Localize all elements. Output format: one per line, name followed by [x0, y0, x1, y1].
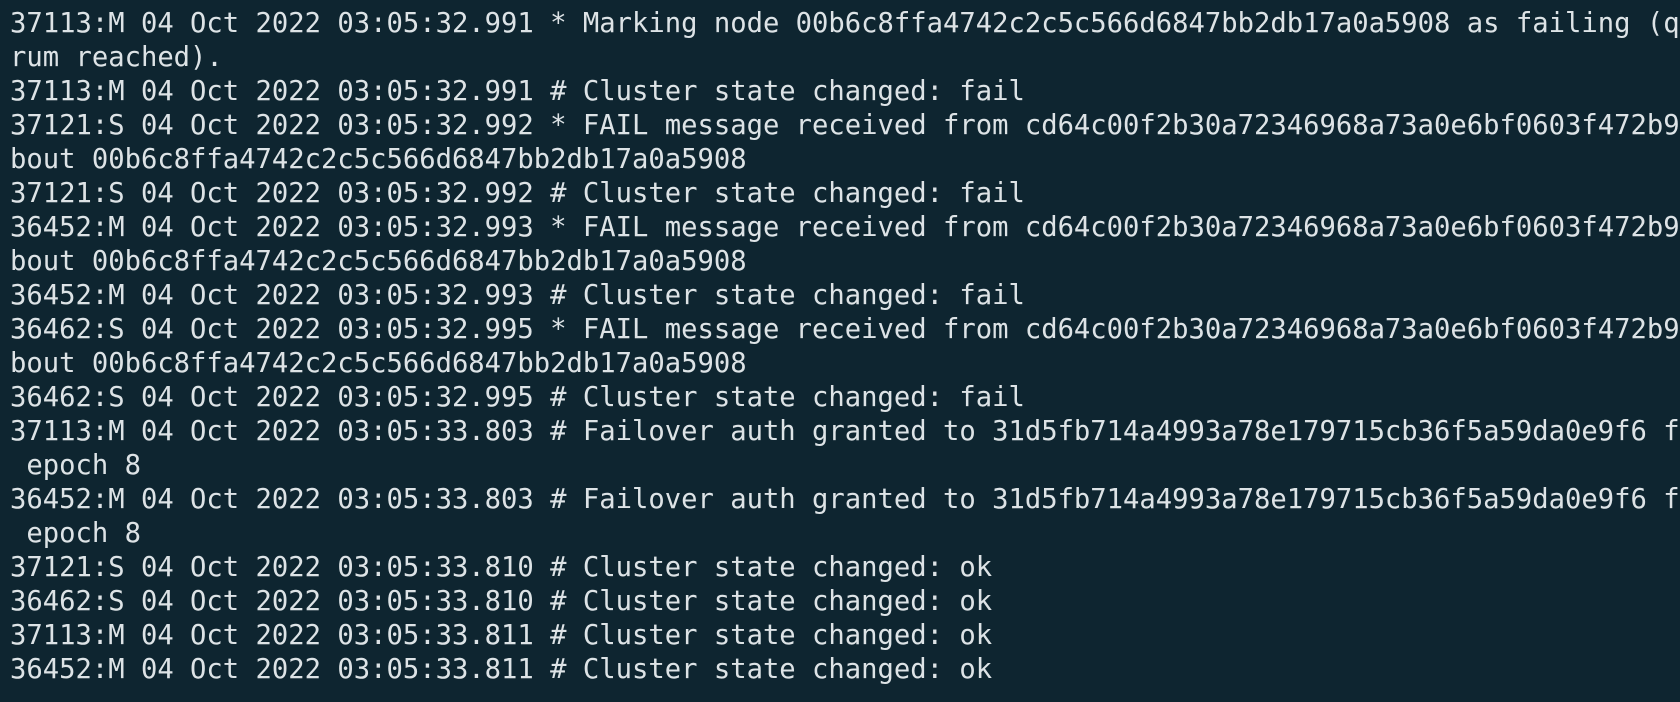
log-line: bout 00b6c8ffa4742c2c5c566d6847bb2db17a0… [10, 348, 747, 379]
log-line: rum reached). [10, 42, 223, 73]
log-line: 37121:S 04 Oct 2022 03:05:32.992 * FAIL … [10, 110, 1680, 141]
log-line: 37113:M 04 Oct 2022 03:05:33.811 # Clust… [10, 620, 993, 651]
terminal-output[interactable]: 37113:M 04 Oct 2022 03:05:32.991 * Marki… [0, 0, 1680, 702]
log-line: 37113:M 04 Oct 2022 03:05:32.991 * Marki… [10, 8, 1680, 39]
log-line: epoch 8 [10, 518, 141, 549]
log-line: 37121:S 04 Oct 2022 03:05:32.992 # Clust… [10, 178, 1025, 209]
log-line: 37113:M 04 Oct 2022 03:05:33.803 # Failo… [10, 416, 1680, 447]
log-line: 37113:M 04 Oct 2022 03:05:32.991 # Clust… [10, 76, 1025, 107]
log-line: 36452:M 04 Oct 2022 03:05:33.803 # Failo… [10, 484, 1680, 515]
log-line: 36462:S 04 Oct 2022 03:05:32.995 # Clust… [10, 382, 1025, 413]
log-line: 36462:S 04 Oct 2022 03:05:33.810 # Clust… [10, 586, 993, 617]
log-line: bout 00b6c8ffa4742c2c5c566d6847bb2db17a0… [10, 144, 747, 175]
log-line: 36462:S 04 Oct 2022 03:05:32.995 * FAIL … [10, 314, 1680, 345]
log-line: bout 00b6c8ffa4742c2c5c566d6847bb2db17a0… [10, 246, 747, 277]
log-line: 37121:S 04 Oct 2022 03:05:33.810 # Clust… [10, 552, 993, 583]
log-line: 36452:M 04 Oct 2022 03:05:32.993 * FAIL … [10, 212, 1680, 243]
log-line: 36452:M 04 Oct 2022 03:05:32.993 # Clust… [10, 280, 1025, 311]
log-line: epoch 8 [10, 450, 141, 481]
log-line: 36452:M 04 Oct 2022 03:05:33.811 # Clust… [10, 654, 993, 685]
